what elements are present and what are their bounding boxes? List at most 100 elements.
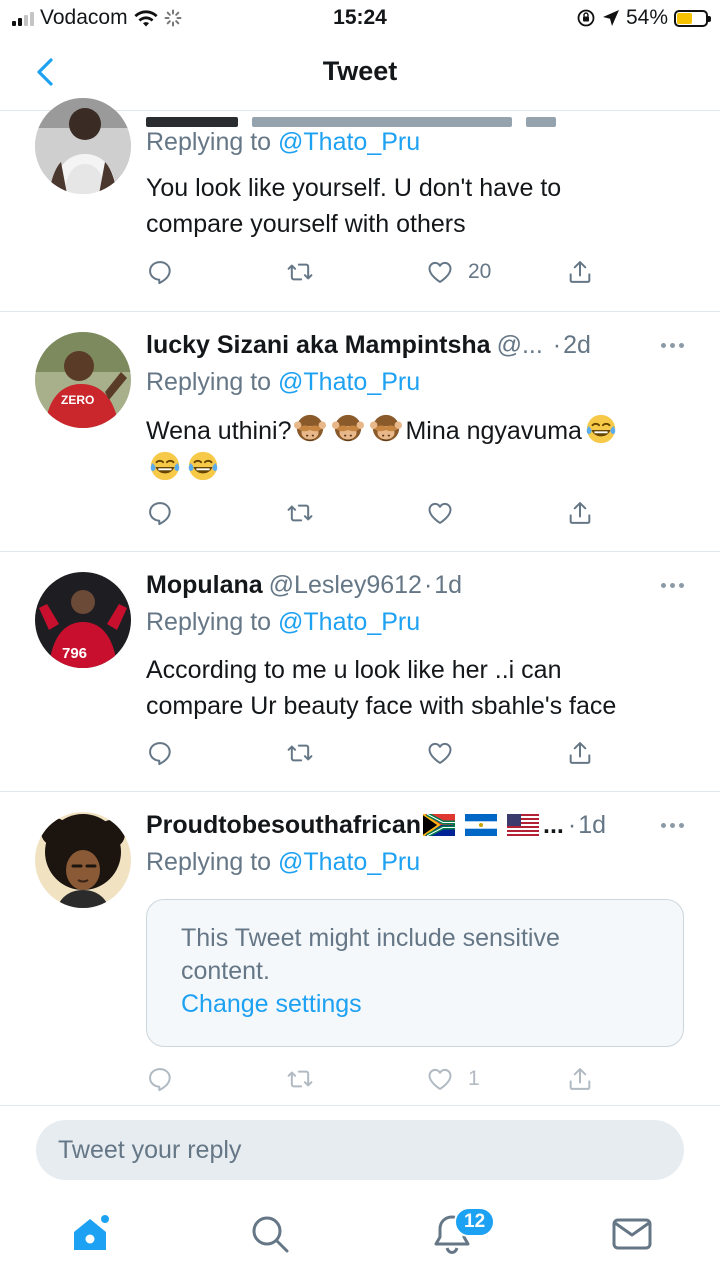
sensitive-message-line: content.	[181, 957, 270, 985]
display-name[interactable]: Proudtobesouthafrican	[146, 811, 421, 840]
avatar[interactable]	[35, 812, 131, 908]
nicaragua-flag-icon	[465, 814, 498, 836]
like-count: 20	[468, 260, 492, 283]
share-icon	[566, 258, 594, 286]
see-no-evil-monkey-emoji	[293, 412, 327, 446]
avatar-number: 796	[62, 645, 87, 662]
share-icon	[566, 739, 594, 767]
tweet-reply-1[interactable]: Replying to @Thato_Pru You look like you…	[0, 98, 720, 312]
mention-link[interactable]: @Thato_Pru	[278, 608, 420, 636]
reply-icon	[146, 499, 174, 527]
see-no-evil-monkey-emoji	[331, 412, 365, 446]
share-button[interactable]	[566, 1062, 594, 1096]
see-no-evil-monkey-emoji	[369, 412, 403, 446]
reply-icon	[146, 1065, 174, 1093]
replying-to: Replying to @Thato_Pru	[146, 608, 420, 637]
display-name[interactable]: Mopulana	[146, 571, 263, 600]
replying-prefix: Replying to	[146, 848, 272, 876]
orientation-lock-icon	[577, 9, 595, 27]
like-count: 1	[468, 1067, 480, 1090]
like-button[interactable]: 1	[426, 1062, 480, 1096]
retweet-button[interactable]	[286, 736, 314, 770]
notification-badge: 12	[454, 1207, 496, 1237]
avatar[interactable]: 796	[35, 572, 131, 668]
like-button[interactable]	[426, 496, 454, 530]
battery-icon	[674, 9, 711, 27]
timestamp: 1d	[578, 810, 606, 839]
retweet-icon	[286, 258, 314, 286]
tweet-text: Wena uthini? Mina ngyavuma	[146, 412, 696, 486]
messages-icon	[612, 1218, 652, 1250]
retweet-icon	[286, 499, 314, 527]
mention-link[interactable]: @Thato_Pru	[278, 368, 420, 396]
change-settings-link[interactable]: Change settings	[181, 988, 649, 1021]
home-icon	[74, 1215, 109, 1250]
tweet-text-line: According to me u look like her ..i can	[146, 656, 562, 684]
reply-input[interactable]	[36, 1120, 684, 1180]
retweet-icon	[286, 1065, 314, 1093]
tweet-actions	[146, 736, 596, 770]
sensitive-content-notice: This Tweet might include sensitive conte…	[146, 899, 684, 1047]
tab-bar	[0, 1190, 720, 1280]
tweet-text-part: Mina ngyavuma	[405, 417, 582, 445]
share-button[interactable]	[566, 496, 594, 530]
tweet-header: Mopulana @Lesley9612 · 1d	[146, 568, 690, 602]
replying-prefix: Replying to	[146, 608, 272, 636]
replying-to: Replying to @Thato_Pru	[146, 128, 420, 157]
tab-messages[interactable]	[610, 1212, 654, 1256]
tweet-text-line: compare yourself with others	[146, 210, 466, 238]
display-name[interactable]: lucky Sizani aka Mampintsha	[146, 331, 491, 360]
like-button[interactable]: 20	[426, 255, 491, 289]
retweet-button[interactable]	[286, 1062, 314, 1096]
tab-home[interactable]	[68, 1212, 112, 1256]
retweet-icon	[286, 739, 314, 767]
heart-icon	[426, 258, 454, 286]
tweet-text-part: Wena uthini?	[146, 417, 292, 445]
share-button[interactable]	[566, 736, 594, 770]
handle[interactable]: @Lesley9612	[269, 571, 422, 600]
mention-link[interactable]: @Thato_Pru	[278, 128, 420, 156]
share-icon	[566, 499, 594, 527]
tweet-actions: 1	[146, 1062, 596, 1096]
separator-dot: ·	[423, 570, 433, 599]
replying-prefix: Replying to	[146, 368, 272, 396]
avatar[interactable]: ZERO	[35, 332, 131, 428]
page-title: Tweet	[322, 56, 398, 86]
status-right: 54%	[576, 6, 711, 30]
reply-button[interactable]	[146, 255, 174, 289]
tweet-text: You look like yourself. U don't have to …	[146, 170, 696, 242]
search-icon	[252, 1216, 289, 1253]
tweet-header-cutoff	[146, 94, 690, 128]
south-africa-flag-icon	[423, 814, 456, 836]
retweet-button[interactable]	[286, 255, 314, 289]
share-button[interactable]	[566, 255, 594, 289]
reply-button[interactable]	[146, 496, 174, 530]
timestamp: 2d	[563, 330, 591, 359]
mention-link[interactable]: @Thato_Pru	[278, 848, 420, 876]
reply-icon	[146, 258, 174, 286]
tweet-header: lucky Sizani aka Mampintsha @... · 2d	[146, 328, 690, 362]
tweet-text-line: compare Ur beauty face with sbahle's fac…	[146, 692, 617, 720]
reply-button[interactable]	[146, 1062, 174, 1096]
tweet-text-line: You look like yourself. U don't have to	[146, 174, 562, 202]
usa-flag-icon	[507, 814, 540, 836]
reply-button[interactable]	[146, 736, 174, 770]
heart-icon	[426, 1065, 454, 1093]
tweet-reply-4[interactable]: Proudtobesouthafrican ... · 1d Replying …	[0, 792, 720, 1106]
tweet-reply-2[interactable]: ZERO lucky Sizani aka Mampintsha @... · …	[0, 312, 720, 552]
more-options-icon[interactable]	[654, 568, 690, 602]
tweet-reply-3[interactable]: 796 Mopulana @Lesley9612 · 1d Replying t…	[0, 552, 720, 792]
replying-prefix: Replying to	[146, 128, 272, 156]
retweet-button[interactable]	[286, 496, 314, 530]
more-options-icon[interactable]	[654, 808, 690, 842]
tears-of-joy-emoji	[148, 449, 182, 483]
tweet-actions	[146, 496, 596, 530]
handle[interactable]: @...	[497, 331, 543, 360]
avatar[interactable]	[35, 98, 131, 194]
tears-of-joy-emoji	[186, 449, 220, 483]
more-options-icon[interactable]	[654, 328, 690, 362]
svg-text:ZERO: ZERO	[61, 393, 94, 407]
tab-search[interactable]	[248, 1212, 292, 1256]
tweet-text-line: Wena uthini? Mina ngyavuma	[146, 412, 696, 449]
like-button[interactable]	[426, 736, 454, 770]
